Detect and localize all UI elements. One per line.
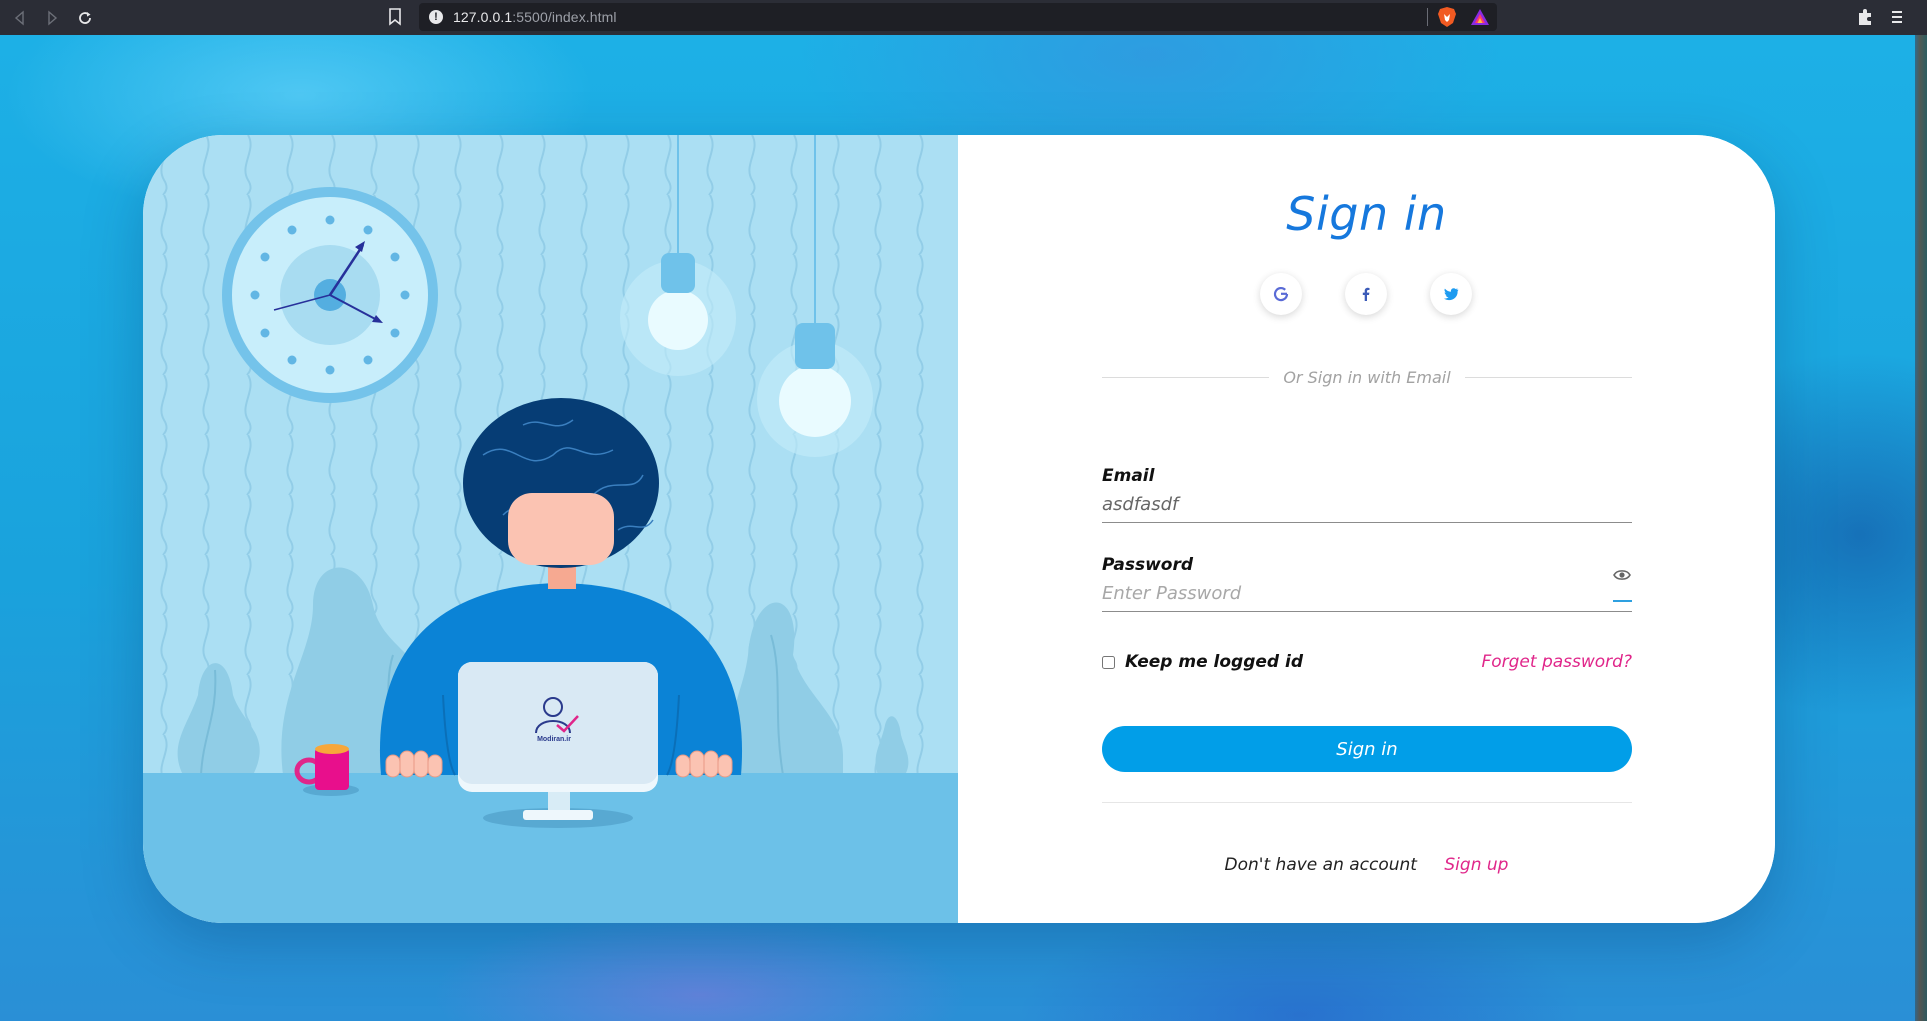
email-label: Email (1102, 466, 1155, 486)
reload-icon[interactable] (73, 0, 97, 35)
password-label: Password (1102, 555, 1194, 575)
show-password-eye-icon[interactable] (1613, 568, 1631, 582)
signup-row: Don't have an account Sign up (958, 855, 1775, 875)
keep-logged-in-option[interactable]: Keep me logged id (1102, 652, 1303, 672)
sign-up-link[interactable]: Sign up (1444, 855, 1508, 875)
extensions-icon[interactable] (1855, 7, 1875, 27)
browser-toolbar: ! 127.0.0.1:5500/index.html (0, 0, 1927, 35)
signin-form-panel: Sign in Or Sign in with Email Email Pass… (958, 135, 1775, 923)
menu-icon[interactable] (1887, 7, 1907, 27)
twitter-icon (1443, 288, 1459, 301)
or-divider: Or Sign in with Email (1102, 367, 1632, 387)
page-title: Sign in (1286, 187, 1447, 241)
sign-in-button[interactable]: Sign in (1102, 726, 1632, 772)
back-icon[interactable] (8, 0, 32, 35)
facebook-icon (1362, 287, 1370, 301)
forward-icon[interactable] (40, 0, 64, 35)
keep-logged-in-checkbox[interactable] (1102, 655, 1115, 669)
window-edge (1915, 35, 1927, 1021)
google-icon (1273, 287, 1289, 302)
no-account-text: Don't have an account (1224, 855, 1417, 875)
or-divider-text: Or Sign in with Email (1269, 368, 1465, 387)
keep-logged-in-label: Keep me logged id (1125, 652, 1304, 672)
url-text[interactable]: 127.0.0.1:5500/index.html (453, 9, 617, 25)
bookmark-icon[interactable] (388, 8, 402, 26)
brave-rewards-icon[interactable] (1470, 7, 1490, 27)
address-bar[interactable]: ! 127.0.0.1:5500/index.html (419, 3, 1497, 31)
toolbar-divider (1427, 8, 1428, 26)
forgot-password-link[interactable]: Forget password? (1428, 652, 1632, 672)
facebook-signin-button[interactable] (1345, 273, 1387, 315)
email-field[interactable] (1102, 486, 1632, 523)
form-divider (1102, 802, 1632, 803)
site-info-icon[interactable]: ! (429, 10, 443, 24)
brave-shield-icon[interactable] (1437, 6, 1457, 28)
illustration-panel: Modiran.ir (143, 135, 958, 923)
twitter-signin-button[interactable] (1430, 273, 1472, 315)
password-field[interactable] (1102, 575, 1632, 612)
password-focus-accent (1613, 600, 1632, 602)
google-signin-button[interactable] (1260, 273, 1302, 315)
monitor-logo-text: Modiran.ir (537, 736, 571, 743)
login-card: Modiran.ir Sign in Or Sign in with Email… (143, 135, 1775, 923)
